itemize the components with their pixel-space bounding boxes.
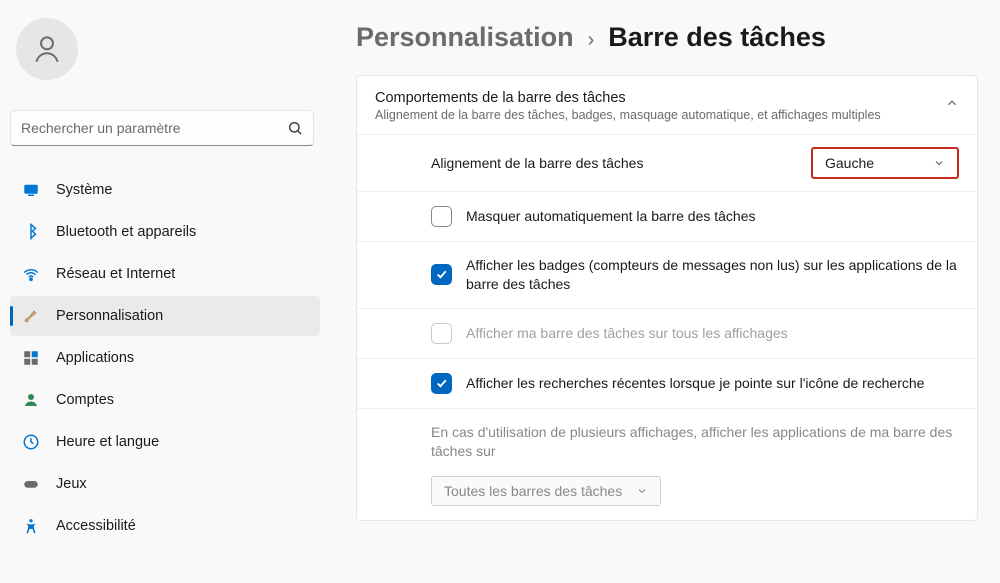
apps-icon xyxy=(22,349,40,367)
setting-label: Afficher les badges (compteurs de messag… xyxy=(466,256,959,294)
user-icon xyxy=(30,32,64,66)
setting-label: Afficher ma barre des tâches sur tous le… xyxy=(466,324,959,343)
wifi-icon xyxy=(22,265,40,283)
brush-icon xyxy=(22,307,40,325)
gamepad-icon xyxy=(22,475,40,493)
nav-label: Comptes xyxy=(56,392,114,408)
bluetooth-icon xyxy=(22,223,40,241)
breadcrumb-parent[interactable]: Personnalisation xyxy=(356,22,574,53)
nav-label: Bluetooth et appareils xyxy=(56,224,196,240)
chevron-down-icon xyxy=(636,485,648,497)
nav-system[interactable]: Système xyxy=(10,170,320,210)
nav-personalization[interactable]: Personnalisation xyxy=(10,296,320,336)
setting-multimon: En cas d'utilisation de plusieurs affich… xyxy=(357,409,977,520)
chevron-up-icon xyxy=(945,96,959,110)
search-input[interactable] xyxy=(21,120,287,136)
nav-label: Accessibilité xyxy=(56,518,136,534)
nav-gaming[interactable]: Jeux xyxy=(10,464,320,504)
sidebar: Système Bluetooth et appareils Réseau et… xyxy=(0,0,330,583)
search-icon xyxy=(287,120,303,136)
chevron-down-icon xyxy=(933,157,945,169)
clock-icon xyxy=(22,433,40,451)
nav-label: Heure et langue xyxy=(56,434,159,450)
check-icon xyxy=(435,377,448,390)
nav-apps[interactable]: Applications xyxy=(10,338,320,378)
nav: Système Bluetooth et appareils Réseau et… xyxy=(10,170,320,546)
nav-label: Réseau et Internet xyxy=(56,266,175,282)
nav-time[interactable]: Heure et langue xyxy=(10,422,320,462)
setting-badges: Afficher les badges (compteurs de messag… xyxy=(357,242,977,309)
nav-label: Système xyxy=(56,182,112,198)
nav-label: Personnalisation xyxy=(56,308,163,324)
setting-label: Alignement de la barre des tâches xyxy=(431,154,811,173)
multidisplay-checkbox xyxy=(431,323,452,344)
nav-bluetooth[interactable]: Bluetooth et appareils xyxy=(10,212,320,252)
setting-recent-searches: Afficher les recherches récentes lorsque… xyxy=(357,359,977,409)
account-icon xyxy=(22,391,40,409)
chevron-right-icon: › xyxy=(588,29,595,52)
panel-title: Comportements de la barre des tâches xyxy=(375,90,881,106)
accessibility-icon xyxy=(22,517,40,535)
alignment-select[interactable]: Gauche xyxy=(811,147,959,179)
panel-subtitle: Alignement de la barre des tâches, badge… xyxy=(375,108,881,122)
select-value: Gauche xyxy=(825,155,874,171)
setting-label: Afficher les recherches récentes lorsque… xyxy=(466,374,959,393)
page-title: Barre des tâches xyxy=(608,22,826,53)
setting-multidisplay: Afficher ma barre des tâches sur tous le… xyxy=(357,309,977,359)
nav-label: Jeux xyxy=(56,476,87,492)
setting-autohide: Masquer automatiquement la barre des tâc… xyxy=(357,192,977,242)
check-icon xyxy=(435,268,448,281)
breadcrumb: Personnalisation › Barre des tâches xyxy=(356,22,978,53)
search-box[interactable] xyxy=(10,110,314,146)
nav-network[interactable]: Réseau et Internet xyxy=(10,254,320,294)
setting-label: En cas d'utilisation de plusieurs affich… xyxy=(431,423,959,462)
multimon-select: Toutes les barres des tâches xyxy=(431,476,661,506)
taskbar-behaviors-panel: Comportements de la barre des tâches Ali… xyxy=(356,75,978,521)
nav-accessibility[interactable]: Accessibilité xyxy=(10,506,320,546)
nav-accounts[interactable]: Comptes xyxy=(10,380,320,420)
display-icon xyxy=(22,181,40,199)
badges-checkbox[interactable] xyxy=(431,264,452,285)
panel-header[interactable]: Comportements de la barre des tâches Ali… xyxy=(357,76,977,135)
setting-label: Masquer automatiquement la barre des tâc… xyxy=(466,207,959,226)
autohide-checkbox[interactable] xyxy=(431,206,452,227)
main: Personnalisation › Barre des tâches Comp… xyxy=(330,0,1000,583)
setting-alignment: Alignement de la barre des tâches Gauche xyxy=(357,135,977,192)
select-value: Toutes les barres des tâches xyxy=(444,483,622,499)
nav-label: Applications xyxy=(56,350,134,366)
avatar[interactable] xyxy=(16,18,78,80)
recent-checkbox[interactable] xyxy=(431,373,452,394)
